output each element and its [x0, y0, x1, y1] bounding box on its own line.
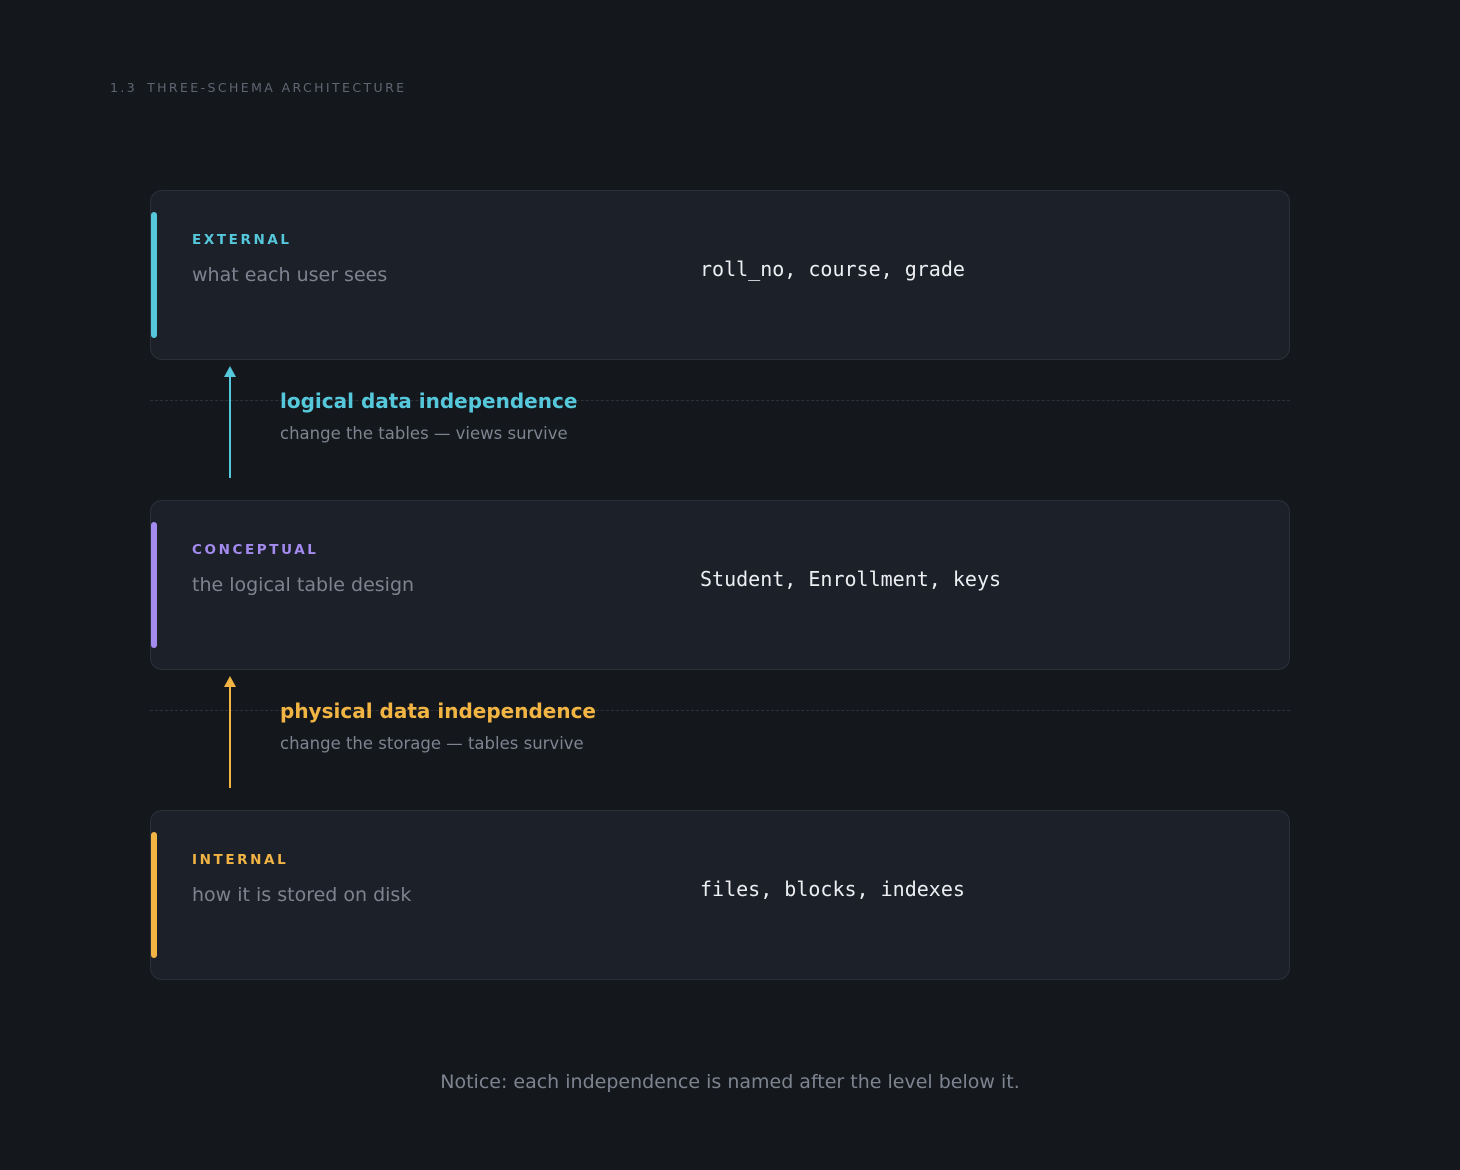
level-description: what each user sees	[192, 264, 388, 286]
level-card-conceptual: CONCEPTUAL the logical table design Stud…	[150, 500, 1290, 670]
level-example: Student, Enrollment, keys	[700, 567, 1002, 591]
section-number: 1.3	[110, 80, 138, 95]
level-description: the logical table design	[192, 574, 415, 596]
level-name: EXTERNAL	[192, 232, 292, 248]
level-accent-bar	[151, 522, 157, 648]
independence-note: change the storage — tables survive	[280, 734, 584, 753]
level-name: CONCEPTUAL	[192, 542, 319, 558]
level-example: files, blocks, indexes	[700, 877, 965, 901]
section-title: THREE-SCHEMA ARCHITECTURE	[147, 80, 407, 95]
independence-title: physical data independence	[280, 699, 596, 723]
level-name: INTERNAL	[192, 852, 289, 868]
level-card-internal: INTERNAL how it is stored on disk files,…	[150, 810, 1290, 980]
level-accent-bar	[151, 832, 157, 958]
footnote: Notice: each independence is named after…	[440, 1071, 1020, 1093]
section-header: 1.3 THREE-SCHEMA ARCHITECTURE	[110, 80, 406, 95]
up-arrow-icon	[223, 676, 237, 789]
level-example: roll_no, course, grade	[700, 257, 965, 281]
independence-title: logical data independence	[280, 389, 578, 413]
independence-note: change the tables — views survive	[280, 424, 568, 443]
level-accent-bar	[151, 212, 157, 338]
up-arrow-icon	[223, 366, 237, 479]
level-description: how it is stored on disk	[192, 884, 412, 906]
level-card-external: EXTERNAL what each user sees roll_no, co…	[150, 190, 1290, 360]
